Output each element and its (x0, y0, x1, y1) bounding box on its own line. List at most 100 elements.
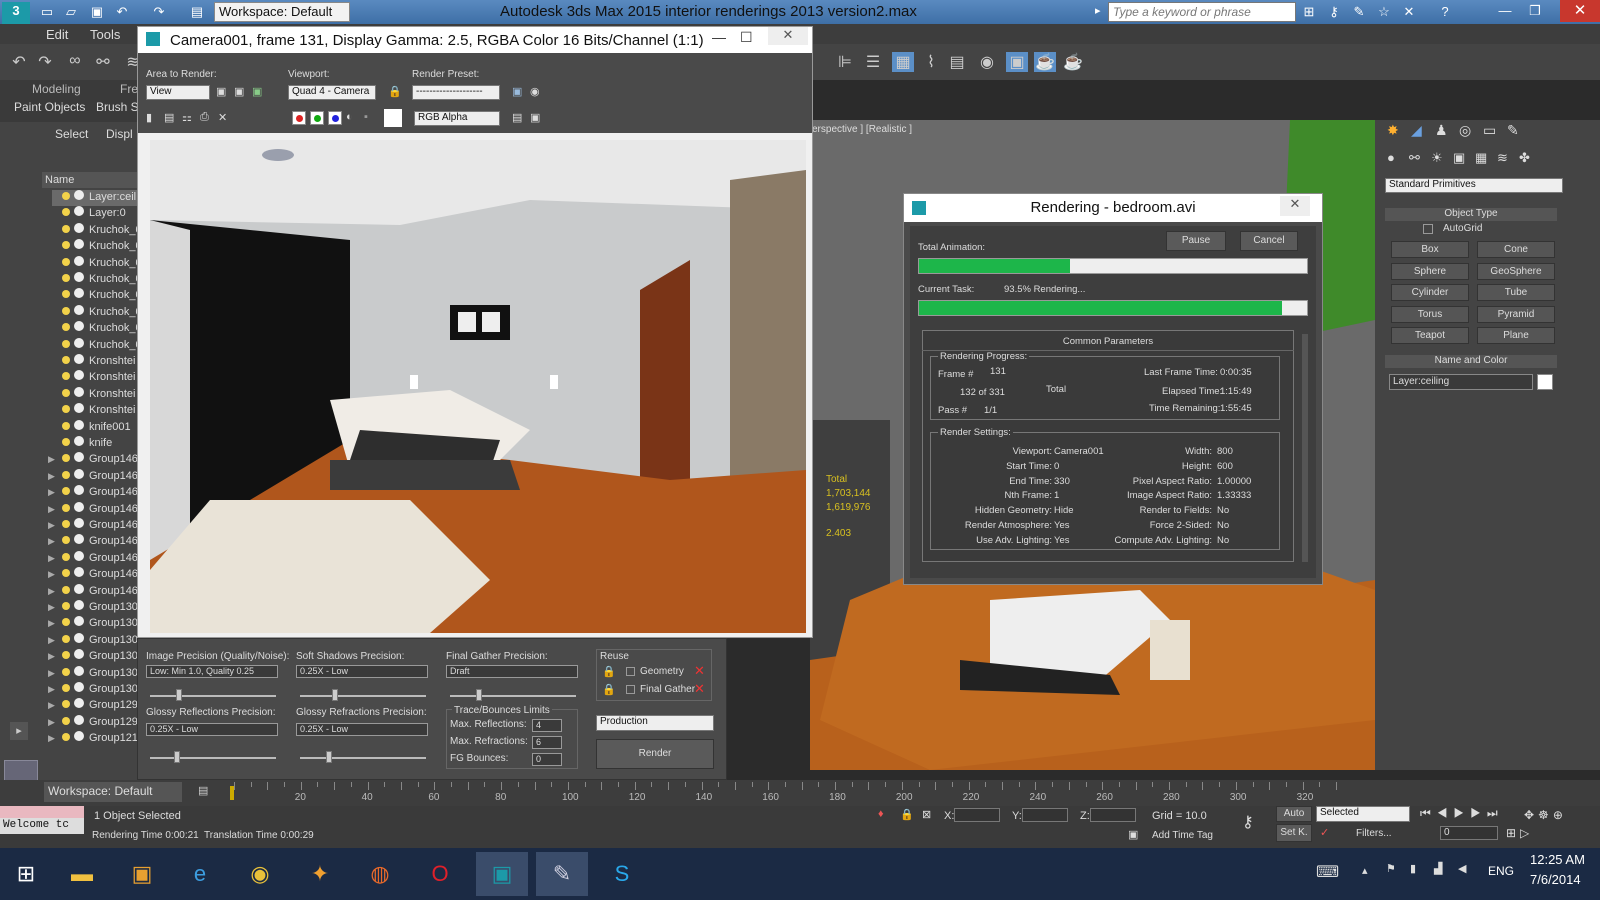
expand-arrow-icon[interactable]: ▶ (48, 520, 55, 531)
blue-channel-icon[interactable] (328, 111, 342, 125)
print-icon[interactable]: ⎙ (200, 111, 209, 124)
freeze-icon[interactable] (74, 190, 84, 200)
explorer-row[interactable]: Kruchok_0 (52, 222, 140, 239)
freeze-icon[interactable] (74, 337, 84, 348)
menu-tools[interactable]: Tools (90, 27, 120, 42)
pause-button[interactable]: Pause (1166, 231, 1226, 251)
glossy-refractions-field[interactable]: 0.25X - Low (296, 723, 428, 736)
render-setup-icon[interactable]: ▣ (1006, 52, 1028, 72)
common-parameters-header[interactable]: Common Parameters (922, 336, 1294, 351)
copy-image-icon[interactable]: ▤ (164, 111, 174, 124)
geometry-icon[interactable]: ● (1387, 150, 1395, 165)
paint-icon[interactable]: ✎ (536, 852, 588, 896)
light-bulb-icon[interactable] (62, 323, 70, 332)
binoculars-icon[interactable]: ⊞ (1300, 3, 1318, 20)
explorer-row[interactable]: Group146 (52, 534, 140, 550)
explorer-row[interactable]: Group130 (52, 665, 140, 682)
tab-freeform[interactable]: Fre (120, 82, 138, 96)
final-gather-checkbox[interactable] (626, 685, 635, 694)
light-bulb-icon[interactable] (62, 290, 70, 299)
light-bulb-icon[interactable] (62, 520, 70, 528)
freeze-icon[interactable] (74, 419, 84, 430)
expand-arrow-icon[interactable]: ▶ (48, 700, 55, 711)
explorer-row[interactable]: Group146 (52, 583, 140, 600)
freeze-icon[interactable] (74, 239, 84, 250)
freeze-icon[interactable] (74, 583, 84, 594)
freeze-icon[interactable] (74, 386, 84, 397)
crop-icon[interactable]: ▣ (252, 85, 262, 98)
freeze-icon[interactable] (74, 255, 84, 266)
language-indicator[interactable]: ENG (1488, 864, 1514, 878)
close-button[interactable]: ✕ (1560, 0, 1600, 22)
minimize-icon[interactable]: — (712, 29, 726, 45)
communication-icon[interactable]: ✎ (1350, 3, 1368, 20)
undo-icon[interactable]: ↶ (113, 3, 131, 20)
light-bulb-icon[interactable] (62, 208, 70, 217)
freeze-icon[interactable] (74, 501, 84, 512)
image-precision-slider[interactable] (150, 695, 276, 697)
primitive-cone-button[interactable]: Cone (1477, 241, 1555, 258)
modify-tab-icon[interactable]: ◢ (1411, 122, 1422, 139)
display-menu[interactable]: Displ (106, 127, 133, 141)
fg-bounces-spinner[interactable]: 0 (532, 753, 562, 766)
explorer-row[interactable]: Kruchok_0 (52, 337, 140, 354)
freeze-icon[interactable] (74, 370, 84, 381)
soft-shadows-field[interactable]: 0.25X - Low (296, 665, 428, 678)
light-bulb-icon[interactable] (62, 716, 70, 725)
light-bulb-icon[interactable] (62, 470, 70, 479)
save-image-icon[interactable]: ▮ (146, 111, 152, 124)
explorer-row[interactable]: Kronshtei (52, 403, 140, 419)
light-bulb-icon[interactable] (62, 306, 70, 315)
keyboard-icon[interactable]: ⌨ (1316, 862, 1339, 882)
autogrid-checkbox[interactable] (1423, 224, 1433, 234)
edit-region-icon[interactable]: ▣ (216, 85, 226, 98)
name-color-rollout[interactable]: Name and Color (1385, 355, 1557, 368)
viewport-navigation-icons[interactable]: ✥☸⊕ (1524, 808, 1567, 822)
x-field[interactable] (954, 808, 1000, 822)
brush-settings-tab[interactable]: Brush S (96, 100, 139, 114)
unlink-icon[interactable]: ⚯ (92, 52, 114, 72)
add-time-tag[interactable]: Add Time Tag (1152, 830, 1213, 841)
key-mode-icon[interactable]: ✓ (1320, 826, 1329, 839)
lock-icon[interactable]: 🔒 (388, 85, 402, 98)
max-refractions-spinner[interactable]: 6 (532, 736, 562, 749)
menu-edit[interactable]: Edit (46, 27, 68, 42)
primitive-tube-button[interactable]: Tube (1477, 284, 1555, 301)
expand-arrow-icon[interactable]: ▶ (48, 504, 55, 515)
flag-icon[interactable]: ⚑ (1386, 862, 1396, 875)
workspace-dropdown[interactable]: Workspace: Default (214, 2, 350, 22)
lock-icon[interactable]: 🔒 (602, 683, 616, 696)
light-bulb-icon[interactable] (62, 372, 70, 381)
helpers-icon[interactable]: ▦ (1475, 150, 1487, 166)
auto-region-icon[interactable]: ▣ (234, 85, 244, 98)
explorer-row[interactable]: Group130 (52, 616, 140, 632)
light-bulb-icon[interactable] (62, 356, 70, 364)
area-to-render-dropdown[interactable]: View (146, 85, 210, 100)
z-field[interactable] (1090, 808, 1136, 822)
scrollbar[interactable] (1302, 334, 1308, 562)
arrow-icon[interactable]: ▸ (1095, 4, 1101, 17)
freeze-icon[interactable] (74, 632, 84, 643)
explorer-row[interactable]: Group130 (52, 649, 140, 665)
clock-date[interactable]: 7/6/2014 (1530, 872, 1581, 887)
redo-icon[interactable]: ↷ (34, 52, 56, 72)
freeze-icon[interactable] (74, 534, 84, 545)
render-preset-dropdown[interactable]: -------------------- (412, 85, 500, 100)
undo-icon[interactable]: ↶ (8, 52, 30, 72)
isolate-icon[interactable]: ♦ (878, 808, 884, 820)
expand-arrow-icon[interactable]: ▶ (48, 569, 55, 580)
freeze-icon[interactable] (74, 321, 84, 332)
clear-geometry-icon[interactable]: ✕ (694, 663, 705, 679)
object-color-swatch[interactable] (1537, 374, 1553, 390)
alpha-channel-icon[interactable]: ◐ (346, 111, 353, 123)
object-type-rollout[interactable]: Object Type (1385, 208, 1557, 221)
create-tab-icon[interactable]: ✸ (1387, 122, 1399, 139)
primitive-cylinder-button[interactable]: Cylinder (1391, 284, 1469, 301)
environment-icon[interactable]: ◉ (530, 85, 540, 98)
expand-arrow-icon[interactable]: ▶ (48, 684, 55, 695)
cancel-button[interactable]: Cancel (1240, 231, 1298, 251)
light-bulb-icon[interactable] (62, 487, 70, 496)
explorer-row[interactable]: Kronshtei (52, 370, 140, 386)
explorer-row[interactable]: Kruchok_0 (52, 255, 140, 272)
explorer-row[interactable]: Group146 (52, 518, 140, 534)
